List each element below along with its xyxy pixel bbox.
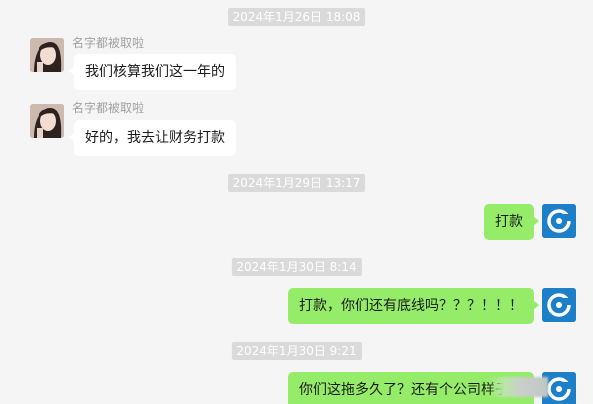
watermark-blur [488,377,548,397]
timestamp: 2024年1月30日 9:21 [231,342,362,360]
message-bubble[interactable]: 打款，你们还有底线吗？？？！！！ [288,288,539,324]
message-bubble[interactable]: 好的，我去让财务打款 [69,120,236,156]
sender-name: 名字都被取啦 [72,36,145,50]
chat-window: 2024年1月26日 18:08 名字都被取啦 我们核算我们这一年的 名字都被取… [0,0,593,404]
timestamp: 2024年1月29日 13:17 [227,174,366,192]
sender-name: 名字都被取啦 [72,101,145,115]
timestamp: 2024年1月26日 18:08 [227,8,366,26]
company-logo-icon[interactable] [542,288,576,322]
company-logo-icon[interactable] [542,204,576,238]
user-avatar-photo[interactable] [30,104,64,138]
message-bubble[interactable]: 我们核算我们这一年的 [69,54,236,90]
user-avatar-photo[interactable] [30,38,64,72]
message-bubble[interactable]: 打款 [484,204,539,240]
timestamp: 2024年1月30日 8:14 [231,258,362,276]
